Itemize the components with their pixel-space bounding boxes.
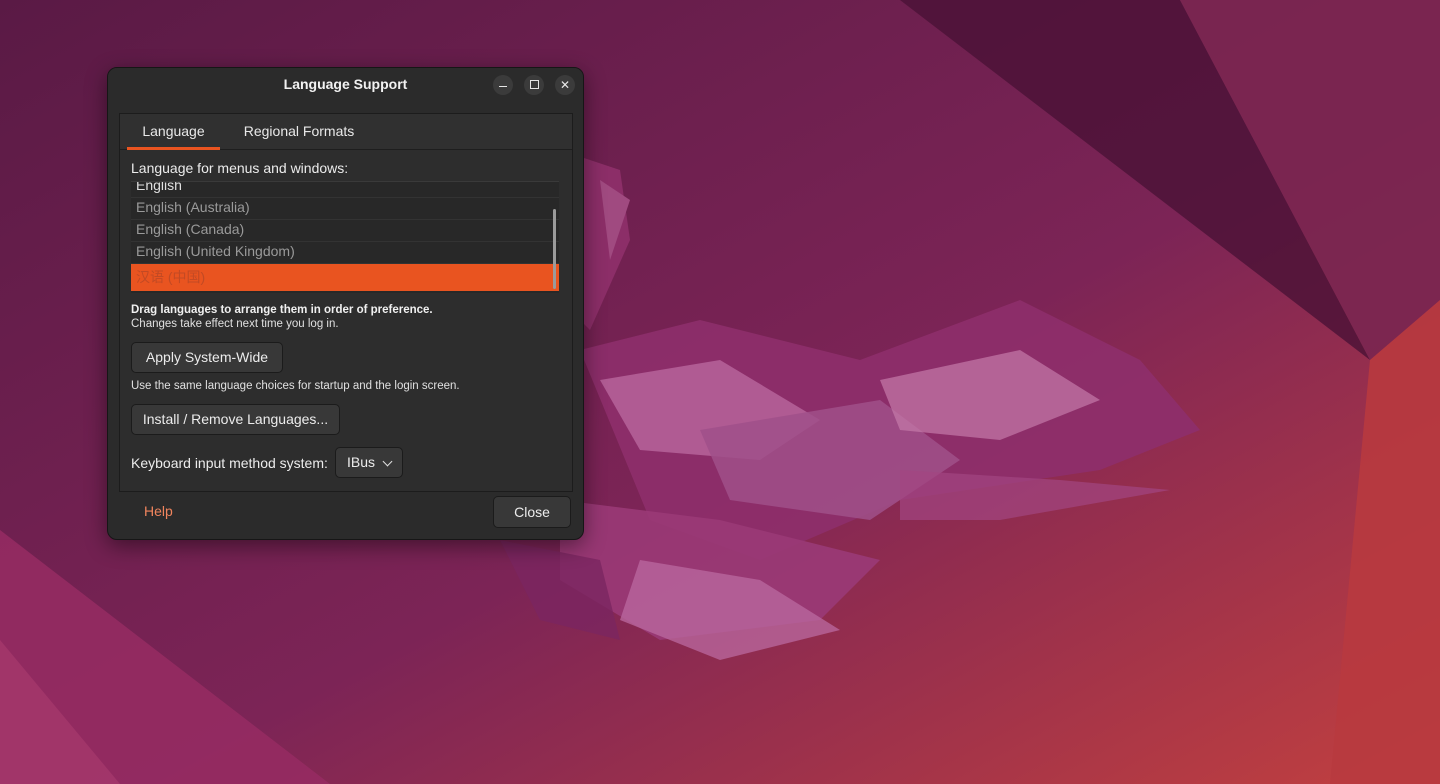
drag-hint: Drag languages to arrange them in order … [131, 304, 433, 316]
language-support-window: Language Support ✕ Language Regional For… [107, 67, 584, 540]
tab-notebook: Language Regional Formats Language for m… [119, 113, 573, 492]
tab-bar: Language Regional Formats [120, 114, 572, 150]
language-list[interactable]: English English (Australia) English (Can… [131, 181, 559, 293]
list-item-label: English [136, 181, 182, 193]
maximize-icon [529, 80, 539, 89]
effect-hint: Changes take effect next time you log in… [131, 318, 339, 330]
list-item[interactable]: English (Australia) [131, 197, 559, 220]
dropdown-value: IBus [347, 454, 376, 470]
help-button[interactable]: Help [144, 503, 173, 519]
list-item-label: English (United Kingdom) [136, 243, 295, 259]
list-item[interactable]: English (United Kingdom) [131, 241, 559, 264]
install-remove-languages-button[interactable]: Install / Remove Languages... [131, 404, 340, 435]
list-item[interactable]: English (Canada) [131, 219, 559, 242]
minimize-icon [499, 86, 507, 87]
apply-system-wide-button[interactable]: Apply System-Wide [131, 342, 283, 373]
list-item-label: English (Canada) [136, 221, 245, 237]
close-window-button[interactable]: ✕ [555, 75, 575, 95]
keyboard-input-label: Keyboard input method system: [131, 455, 328, 471]
list-item-selected[interactable]: 汉语 (中国) [131, 264, 559, 291]
list-item-label: English (Australia) [136, 199, 250, 215]
list-scrollbar[interactable] [553, 209, 556, 289]
title-bar[interactable]: Language Support ✕ [108, 68, 583, 101]
close-icon: ✕ [559, 78, 571, 92]
maximize-button[interactable] [524, 75, 544, 95]
menus-language-label: Language for menus and windows: [131, 160, 349, 176]
tab-language[interactable]: Language [127, 114, 220, 150]
tab-regional-formats[interactable]: Regional Formats [234, 114, 364, 149]
keyboard-input-dropdown[interactable]: IBus [335, 447, 403, 478]
close-button[interactable]: Close [493, 496, 571, 528]
list-item[interactable]: English [131, 181, 559, 198]
chevron-down-icon [382, 456, 393, 467]
minimize-button[interactable] [493, 75, 513, 95]
apply-hint: Use the same language choices for startu… [131, 380, 460, 392]
list-item-label: 汉语 (中国) [136, 269, 206, 285]
